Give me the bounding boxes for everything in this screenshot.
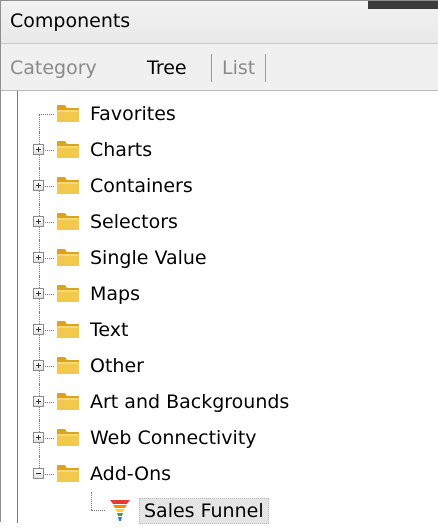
expand-icon[interactable]: [33, 252, 44, 263]
folder-icon: [57, 321, 79, 338]
tree-connector: [39, 114, 54, 115]
tree-item[interactable]: Containers: [1, 168, 438, 204]
expand-icon[interactable]: [33, 216, 44, 227]
tree-item[interactable]: Selectors: [1, 204, 438, 240]
tree-item-label: Art and Backgrounds: [90, 391, 290, 413]
tree-item[interactable]: Text: [1, 312, 438, 348]
tab-separator: [265, 54, 266, 82]
tab-list[interactable]: List: [222, 56, 255, 80]
folder-icon: [57, 357, 79, 374]
tree-item[interactable]: Web Connectivity: [1, 420, 438, 456]
expand-icon[interactable]: [33, 396, 44, 407]
tree-item[interactable]: Charts: [1, 132, 438, 168]
tree-item-label: Maps: [90, 283, 140, 305]
folder-icon: [57, 429, 79, 446]
folder-icon: [57, 249, 79, 266]
tab-tree[interactable]: Tree: [147, 56, 187, 80]
collapse-icon[interactable]: [33, 468, 44, 479]
folder-icon: [57, 105, 79, 122]
panel-title: Components: [10, 10, 131, 32]
tree-item[interactable]: Other: [1, 348, 438, 384]
component-tree: Favorites Charts Containers Selectors Single…: [1, 91, 438, 524]
expand-icon[interactable]: [33, 180, 44, 191]
folder-icon: [57, 393, 79, 410]
tree-item-label: Favorites: [90, 103, 176, 125]
tree-item[interactable]: Maps: [1, 276, 438, 312]
expand-icon[interactable]: [33, 144, 44, 155]
tree-item[interactable]: Add-Ons: [1, 456, 438, 492]
folder-icon: [57, 141, 79, 158]
tree-item-label: Selectors: [90, 211, 178, 233]
tree-connector: [39, 114, 40, 132]
folder-icon: [57, 465, 79, 482]
tree-item-label: Single Value: [90, 247, 207, 269]
tree-item[interactable]: Single Value: [1, 240, 438, 276]
expand-icon[interactable]: [33, 432, 44, 443]
tree-child-label: Sales Funnel: [139, 498, 269, 524]
tree-item-label: Web Connectivity: [90, 427, 257, 449]
folder-icon: [57, 213, 79, 230]
tree-connector: [91, 510, 105, 511]
expand-icon[interactable]: [33, 324, 44, 335]
tree-connector: [91, 492, 92, 510]
tree-item-label: Other: [90, 355, 144, 377]
components-panel: Components Category Tree List Favorites C…: [0, 0, 438, 524]
titlebar-edge: [368, 1, 438, 9]
tree-item-label: Containers: [90, 175, 193, 197]
tab-separator: [211, 54, 212, 82]
tree-item[interactable]: Favorites: [1, 96, 438, 132]
funnel-icon: [110, 500, 130, 521]
tree-item-label: Add-Ons: [90, 463, 172, 485]
tab-bar: Category Tree List: [1, 44, 438, 91]
expand-icon[interactable]: [33, 288, 44, 299]
folder-icon: [57, 285, 79, 302]
tree-child-item[interactable]: Sales Funnel: [1, 492, 438, 528]
tree-item[interactable]: Art and Backgrounds: [1, 384, 438, 420]
panel-titlebar: Components: [1, 1, 438, 44]
tab-category[interactable]: Category: [10, 56, 97, 80]
folder-icon: [57, 177, 79, 194]
expand-icon[interactable]: [33, 360, 44, 371]
tree-item-label: Charts: [90, 139, 153, 161]
tree-item-label: Text: [90, 319, 129, 341]
